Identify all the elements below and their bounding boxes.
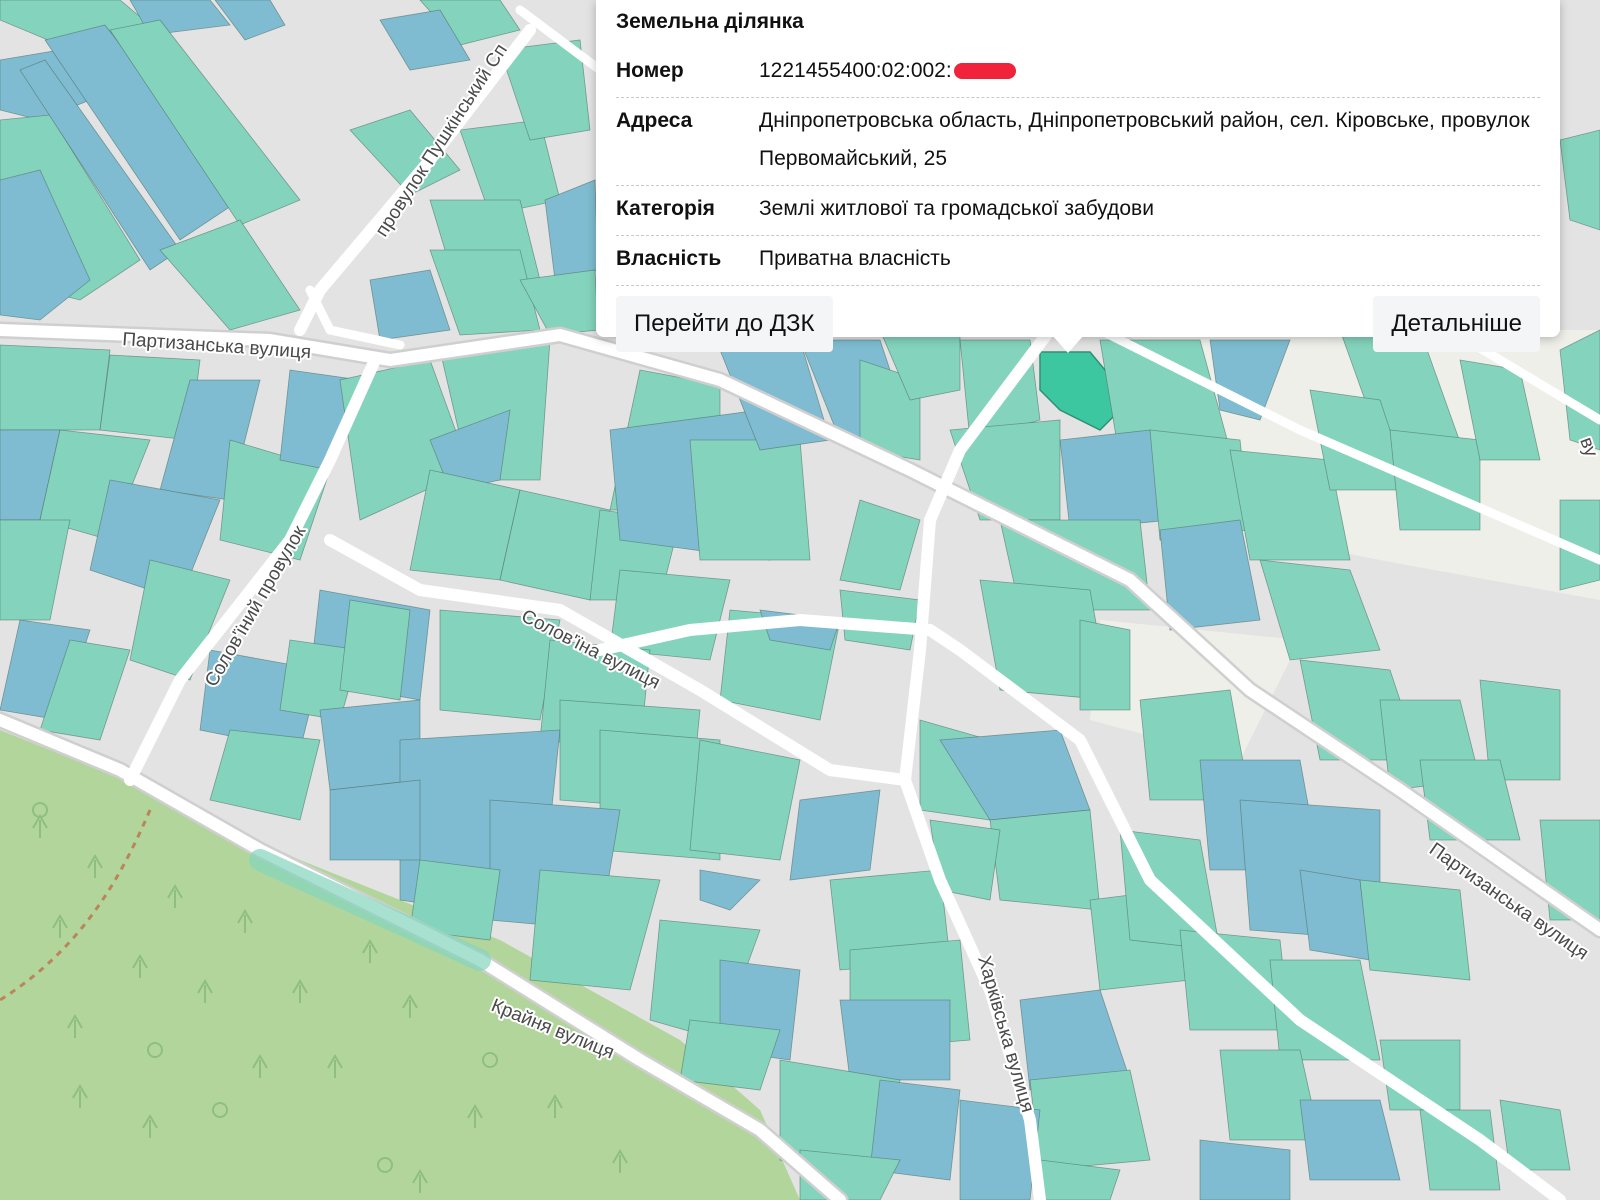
redaction-mark (953, 63, 1016, 80)
category-value: Землі житлової та громадської забудови (759, 197, 1154, 220)
cadastral-number-value: 1221455400:02:002: (759, 59, 952, 82)
parcel (329, 779, 421, 861)
field-label: Номер (616, 59, 684, 82)
parcel-info-popup: Земельна ділянка Номер 1221455400:02:002… (596, 0, 1560, 352)
field-row-number: Номер 1221455400:02:002: (616, 48, 1540, 98)
cadastral-number: 1221455400:02:002: (759, 52, 1540, 90)
parcel (839, 999, 951, 1081)
parcel (989, 809, 1101, 911)
popup-title: Земельна ділянка (616, 10, 804, 33)
parcel (1029, 1069, 1151, 1171)
field-row-ownership: Власність Приватна власність (616, 236, 1540, 286)
field-row-address: Адреса Дніпропетровська область, Дніпроп… (616, 98, 1540, 186)
parcel (339, 599, 411, 701)
field-label: Категорія (616, 197, 715, 220)
parcel (1199, 1139, 1291, 1200)
parcel (1299, 869, 1371, 961)
parcel (1079, 619, 1131, 711)
details-button[interactable]: Детальніше (1373, 296, 1540, 352)
ownership-value: Приватна власність (759, 247, 951, 270)
field-label: Власність (616, 247, 722, 270)
field-row-category: Категорія Землі житлової та громадської … (616, 186, 1540, 236)
parcel (789, 789, 881, 881)
parcel (689, 439, 811, 561)
parcel (689, 739, 801, 861)
address-value: Дніпропетровська область, Дніпропетровсь… (759, 109, 1530, 170)
parcel (0, 344, 111, 431)
popup-pointer (1052, 335, 1084, 353)
parcel (1389, 429, 1481, 531)
go-to-dzk-button[interactable]: Перейти до ДЗК (616, 296, 833, 352)
field-label: Адреса (616, 109, 693, 132)
parcel (1359, 879, 1471, 981)
